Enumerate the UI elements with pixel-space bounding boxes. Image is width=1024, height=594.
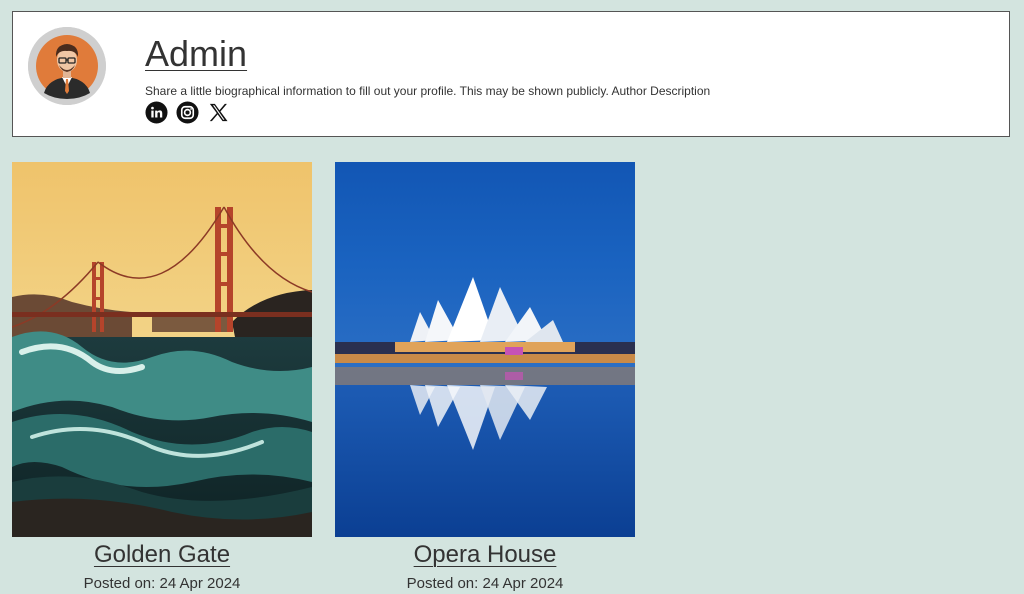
golden-gate-bridge-photo[interactable] xyxy=(12,162,312,537)
instagram-icon[interactable] xyxy=(176,101,199,124)
author-box: Admin Share a little biographical inform… xyxy=(12,11,1010,137)
post-card: Opera House Posted on: 24 Apr 2024 xyxy=(335,162,635,594)
author-name-link[interactable]: Admin xyxy=(145,32,247,76)
linkedin-icon[interactable] xyxy=(145,101,168,124)
post-date: Posted on: 24 Apr 2024 xyxy=(83,575,241,592)
social-links xyxy=(145,101,230,124)
post-title-link[interactable]: Golden Gate xyxy=(12,540,312,570)
x-twitter-icon[interactable] xyxy=(207,101,230,124)
author-description: Share a little biographical information … xyxy=(145,84,711,98)
sydney-opera-house-photo[interactable] xyxy=(335,162,635,537)
post-date: Posted on: 24 Apr 2024 xyxy=(406,575,564,592)
post-card: Golden Gate Posted on: 24 Apr 2024 xyxy=(12,162,312,594)
post-title-link[interactable]: Opera House xyxy=(335,540,635,570)
author-avatar xyxy=(28,27,106,105)
avatar-illustration xyxy=(28,27,106,105)
